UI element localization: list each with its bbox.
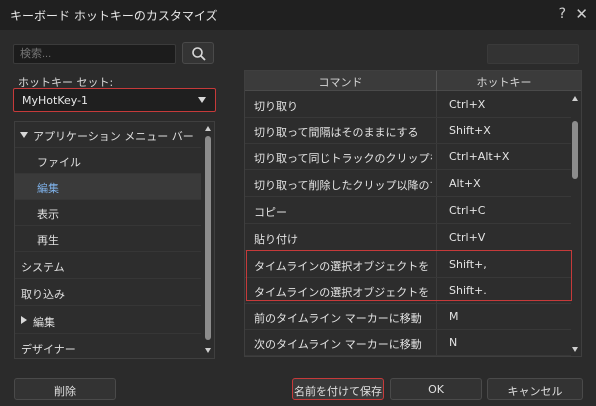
table-row[interactable]: 切り取り Ctrl+X: [245, 92, 571, 118]
expand-right-icon[interactable]: [21, 316, 27, 324]
tree-item-file[interactable]: ファイル: [15, 148, 201, 174]
command-cell: 次のタイムライン マーカーに移動: [254, 338, 422, 351]
title-bar: キーボード ホットキーのカスタマイズ ? ✕: [0, 0, 596, 30]
hotkey-cell[interactable]: N: [449, 336, 457, 349]
expand-down-icon[interactable]: [20, 132, 28, 138]
ok-button[interactable]: OK: [390, 378, 482, 400]
command-cell: 切り取って間隔はそのままにする: [254, 126, 419, 139]
close-icon[interactable]: ✕: [575, 5, 588, 23]
hotkey-cell[interactable]: Ctrl+X: [449, 98, 485, 111]
command-cell: コピー: [254, 206, 287, 219]
help-icon[interactable]: ?: [559, 6, 566, 22]
scroll-up-icon[interactable]: [205, 126, 211, 131]
window-title: キーボード ホットキーのカスタマイズ: [10, 9, 218, 23]
tree-item-playback[interactable]: 再生: [15, 226, 201, 252]
command-cell: 貼り付け: [254, 233, 298, 246]
table-row[interactable]: 切り取って同じトラックのクリップを移動する Ctrl+Alt+X: [245, 144, 571, 170]
tree-scrollbar[interactable]: [204, 122, 213, 358]
table-row[interactable]: コピー Ctrl+C: [245, 198, 571, 224]
hotkey-set-value: MyHotKey-1: [22, 94, 89, 107]
table-scroll-thumb[interactable]: [572, 121, 578, 179]
hotkey-cell[interactable]: Shift+X: [449, 124, 491, 137]
category-tree: アプリケーション メニュー バー ファイル 編集 表示 再生 システム 取り込み…: [14, 121, 215, 359]
tree-item-app-menu-bar[interactable]: アプリケーション メニュー バー: [15, 122, 201, 148]
chevron-down-icon: [198, 97, 206, 103]
tree-item-edit-collapsed[interactable]: 編集: [15, 308, 201, 334]
tree-scroll-thumb[interactable]: [205, 136, 211, 340]
scroll-down-icon[interactable]: [205, 348, 211, 353]
scroll-down-icon[interactable]: [572, 347, 578, 352]
column-header-command[interactable]: コマンド: [245, 74, 436, 90]
tree-item-label: 編集: [37, 182, 59, 195]
reset-button-disabled: [487, 44, 579, 64]
tree-item-capture[interactable]: 取り込み: [15, 280, 201, 306]
table-row[interactable]: 次のタイムライン マーカーに移動 N: [245, 330, 571, 356]
hotkey-table: コマンド ホットキー 切り取り Ctrl+X 切り取って間隔はそのままにする S…: [244, 70, 582, 357]
command-cell: 切り取って削除したクリップ以降のすべての…: [254, 179, 432, 192]
hotkey-cell[interactable]: Alt+X: [449, 177, 481, 190]
tree-item-system[interactable]: システム: [15, 253, 201, 279]
hotkey-set-select[interactable]: MyHotKey-1: [13, 88, 216, 112]
cancel-button[interactable]: キャンセル: [487, 378, 583, 400]
command-cell: 前のタイムライン マーカーに移動: [254, 312, 422, 325]
tree-item-label: 表示: [37, 208, 59, 221]
column-header-hotkey[interactable]: ホットキー: [437, 74, 571, 90]
tree-item-label: システム: [21, 261, 65, 274]
tree-item-edit-selected[interactable]: 編集: [15, 174, 201, 200]
search-input[interactable]: [13, 44, 176, 64]
highlight-frame: [246, 250, 572, 301]
table-row[interactable]: 貼り付け Ctrl+V: [245, 225, 571, 251]
tree-item-label: 取り込み: [21, 288, 65, 301]
hotkey-cell[interactable]: Ctrl+Alt+X: [449, 150, 509, 163]
table-row[interactable]: 切り取って削除したクリップ以降のすべての… Alt+X: [245, 171, 571, 197]
search-button[interactable]: [182, 42, 214, 64]
tree-item-label: アプリケーション メニュー バー: [33, 130, 194, 143]
save-as-button[interactable]: 名前を付けて保存: [292, 378, 384, 400]
command-cell: 切り取り: [254, 100, 298, 113]
tree-item-label: デザイナー: [21, 343, 76, 356]
tree-item-view[interactable]: 表示: [15, 200, 201, 226]
search-icon: [192, 47, 206, 61]
delete-button[interactable]: 削除: [14, 378, 116, 400]
hotkey-cell[interactable]: Ctrl+V: [449, 231, 485, 244]
tree-item-designer[interactable]: デザイナー: [15, 335, 201, 358]
table-scrollbar[interactable]: [571, 91, 580, 356]
command-cell: 切り取って同じトラックのクリップを移動する: [254, 152, 432, 165]
tree-item-label: 編集: [33, 316, 55, 329]
table-row[interactable]: 前のタイムライン マーカーに移動 M: [245, 304, 571, 330]
tree-item-label: ファイル: [37, 156, 81, 169]
tree-item-label: 再生: [37, 234, 59, 247]
hotkey-cell[interactable]: Ctrl+C: [449, 204, 485, 217]
hotkey-cell[interactable]: M: [449, 310, 459, 323]
scroll-up-icon[interactable]: [572, 96, 578, 101]
table-header: コマンド ホットキー: [245, 71, 581, 91]
table-row[interactable]: 切り取って間隔はそのままにする Shift+X: [245, 118, 571, 144]
